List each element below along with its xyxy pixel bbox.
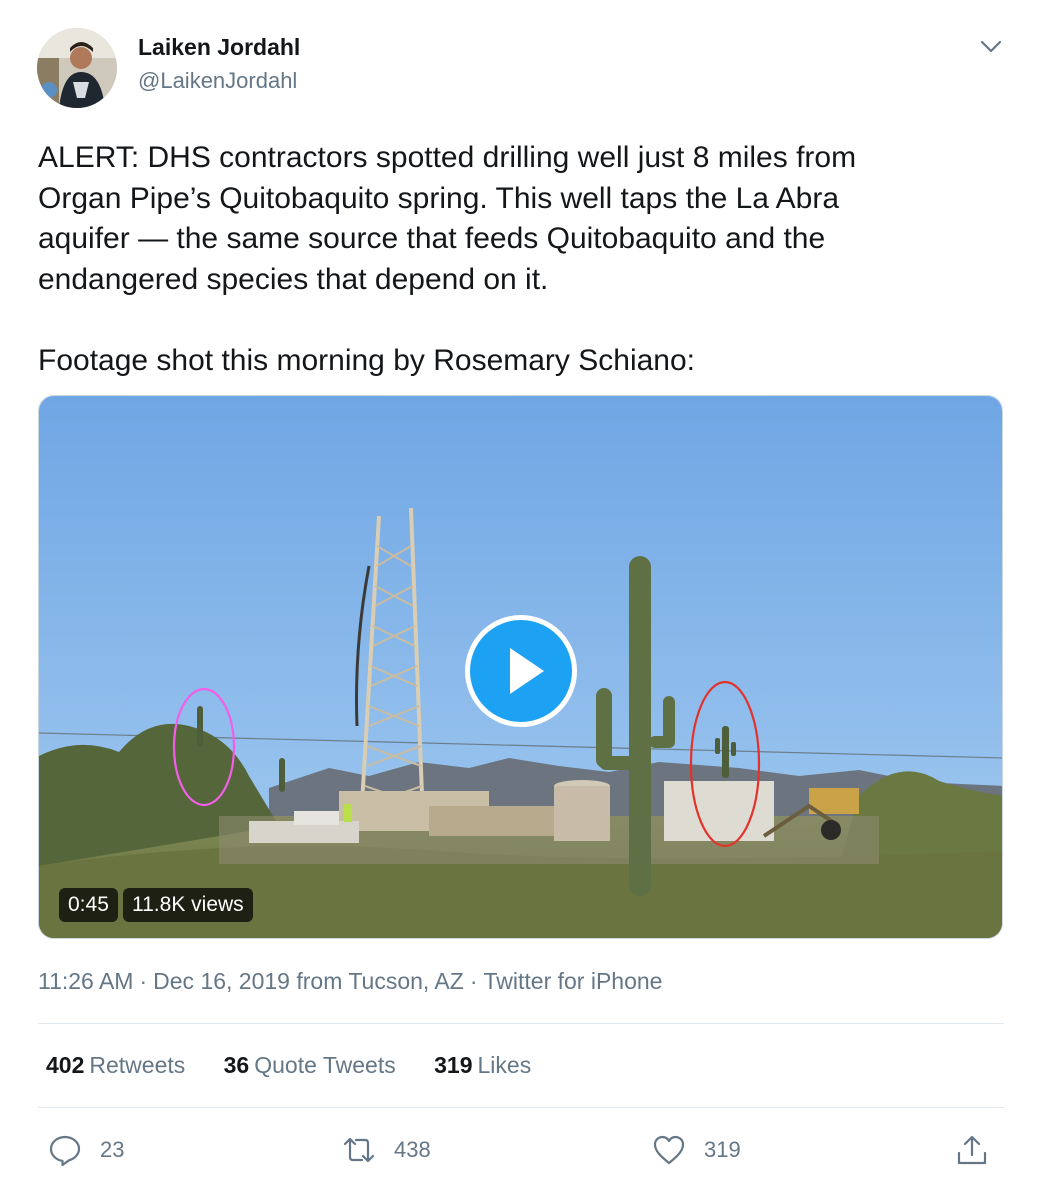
chevron-down-icon[interactable]	[978, 36, 1004, 56]
author-name[interactable]: Laiken Jordahl	[138, 34, 300, 61]
likes-stat[interactable]: 319 Likes	[434, 1052, 531, 1078]
tweet-location: from Tucson, AZ	[296, 968, 464, 994]
likes-label: Likes	[477, 1052, 532, 1078]
retweet-button[interactable]: 438	[342, 1128, 431, 1172]
quote-tweets-count: 36	[223, 1052, 250, 1078]
like-button[interactable]: 319	[652, 1128, 741, 1172]
share-icon	[957, 1135, 987, 1165]
video-player[interactable]: 0:45 11.8K views	[38, 395, 1003, 939]
meta-separator: ·	[139, 968, 148, 994]
retweet-icon	[343, 1137, 375, 1163]
action-bar: 23 438 319	[0, 1128, 1044, 1172]
retweets-stat[interactable]: 402 Retweets	[46, 1052, 185, 1078]
video-views-badge: 11.8K views	[123, 888, 253, 922]
video-duration-badge: 0:45	[59, 888, 118, 922]
quote-tweets-stat[interactable]: 36 Quote Tweets	[224, 1052, 396, 1078]
tweet-date[interactable]: Dec 16, 2019	[153, 968, 290, 994]
author-handle[interactable]: @LaikenJordahl	[138, 68, 297, 94]
tweet-meta: 11:26 AM · Dec 16, 2019 from Tucson, AZ · Tw…	[38, 968, 662, 995]
play-button[interactable]	[465, 615, 577, 727]
play-icon	[510, 648, 544, 694]
retweets-label: Retweets	[89, 1052, 186, 1078]
avatar[interactable]	[37, 28, 117, 108]
reply-icon	[49, 1135, 81, 1167]
quote-tweets-label: Quote Tweets	[254, 1052, 396, 1078]
like-count: 319	[704, 1137, 741, 1162]
tweet-paragraph: ALERT: DHS contractors spotted drilling …	[38, 141, 857, 296]
tweet-paragraph: Footage shot this morning by Rosemary Sc…	[38, 343, 695, 377]
meta-separator: ·	[469, 968, 478, 994]
divider	[38, 1023, 1004, 1024]
share-button[interactable]	[955, 1128, 989, 1172]
divider	[38, 1107, 1004, 1108]
reply-button[interactable]: 23	[48, 1128, 124, 1172]
retweets-count: 402	[46, 1052, 85, 1078]
engagement-stats: 402 Retweets 36 Quote Tweets 319 Likes	[46, 1052, 563, 1079]
reply-count: 23	[100, 1137, 125, 1162]
retweet-count: 438	[394, 1137, 431, 1162]
tweet-text: ALERT: DHS contractors spotted drilling …	[38, 138, 978, 381]
likes-count: 319	[434, 1052, 473, 1078]
like-icon	[653, 1135, 685, 1165]
tweet-source[interactable]: Twitter for iPhone	[484, 968, 663, 994]
avatar-photo	[37, 28, 117, 108]
tweet-time[interactable]: 11:26 AM	[38, 968, 133, 994]
